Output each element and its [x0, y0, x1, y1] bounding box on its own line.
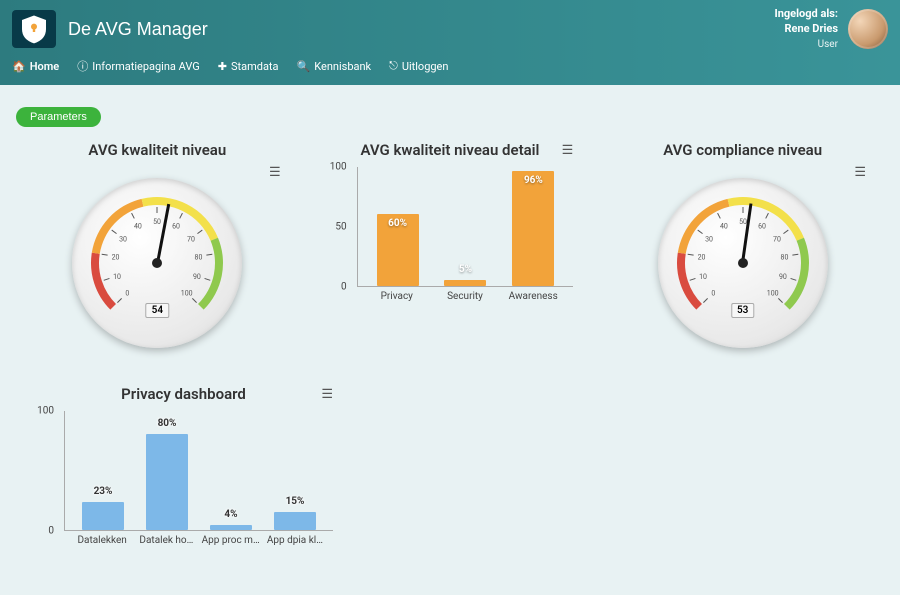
category-label: App proc m…: [199, 531, 263, 546]
svg-text:100: 100: [766, 290, 778, 298]
bar-value-label: 23%: [94, 486, 113, 497]
svg-text:50: 50: [153, 218, 161, 226]
svg-text:90: 90: [193, 273, 201, 281]
gauge-value-compliance: 53: [731, 303, 754, 318]
bar: 5%: [444, 280, 486, 286]
category-label: Privacy: [365, 287, 429, 302]
logout-icon: ⎋: [389, 59, 398, 73]
bar: 60%: [377, 214, 419, 286]
svg-text:100: 100: [181, 290, 193, 298]
svg-text:70: 70: [773, 235, 781, 243]
plus-icon: ✚: [218, 60, 227, 73]
svg-text:40: 40: [720, 223, 728, 231]
svg-text:90: 90: [779, 273, 787, 281]
menu-icon[interactable]: ☰: [321, 387, 333, 402]
shield-icon: [19, 14, 49, 44]
nav-home[interactable]: 🏠Home: [12, 60, 59, 73]
svg-text:30: 30: [705, 235, 713, 243]
user-block: Ingelogd als: Rene Dries User: [775, 7, 889, 51]
svg-text:80: 80: [195, 253, 203, 261]
svg-text:60: 60: [758, 223, 766, 231]
app-logo: [12, 10, 56, 48]
category-label: Security: [433, 287, 497, 302]
dashboard-content: Parameters AVG kwaliteit niveau ☰ 0 10 20 3…: [0, 85, 900, 595]
menu-icon[interactable]: ☰: [854, 165, 866, 180]
bar: 23%: [82, 502, 124, 530]
card-title-kwaliteit: AVG kwaliteit niveau: [24, 141, 291, 159]
home-icon: 🏠: [12, 60, 26, 73]
card-title-privacy: Privacy dashboard: [24, 385, 343, 403]
svg-text:60: 60: [172, 223, 180, 231]
svg-text:20: 20: [697, 253, 705, 261]
category-label: Datalek ho…: [134, 531, 198, 546]
user-name: Rene Dries: [784, 22, 838, 35]
app-title: De AVG Manager: [68, 19, 208, 40]
bar-value-label: 5%: [459, 264, 472, 275]
card-compliance-gauge: AVG compliance niveau ☰ 0102030405060708…: [601, 137, 884, 371]
info-icon: ⓘ: [77, 58, 88, 74]
gauge-compliance: 0102030405060708090100 53: [658, 178, 828, 348]
svg-text:40: 40: [134, 223, 142, 231]
svg-text:0: 0: [126, 290, 130, 298]
nav-info[interactable]: ⓘInformatiepagina AVG: [77, 58, 200, 74]
svg-text:20: 20: [112, 253, 120, 261]
menu-icon[interactable]: ☰: [269, 165, 281, 180]
card-title-compliance: AVG compliance niveau: [609, 141, 876, 159]
bar-value-label: 96%: [524, 175, 543, 186]
search-icon: 🔍: [297, 60, 311, 73]
bar: 96%: [512, 171, 554, 286]
bar: 4%: [210, 525, 252, 530]
bar-value-label: 4%: [224, 509, 237, 520]
top-nav: 🏠Home ⓘInformatiepagina AVG ✚Stamdata 🔍K…: [12, 50, 888, 82]
category-label: Datalekken: [70, 531, 134, 546]
card-kwaliteit-gauge: AVG kwaliteit niveau ☰ 0 10 20 30 40 50 60 70 80…: [16, 137, 299, 371]
svg-text:80: 80: [780, 253, 788, 261]
nav-kennisbank[interactable]: 🔍Kennisbank: [297, 60, 372, 73]
category-label: Awareness: [501, 287, 565, 302]
svg-text:70: 70: [187, 235, 195, 243]
bar: 80%: [146, 434, 188, 530]
menu-icon[interactable]: ☰: [562, 143, 574, 158]
svg-text:10: 10: [113, 273, 121, 281]
brand: De AVG Manager: [12, 10, 208, 48]
bar: 15%: [274, 512, 316, 530]
card-privacy-chart: Privacy dashboard ☰ 010023%80%4%15%Datal…: [16, 381, 351, 575]
nav-uitloggen[interactable]: ⎋Uitloggen: [389, 59, 448, 73]
category-label: App dpia kl…: [263, 531, 327, 546]
card-title-detail: AVG kwaliteit niveau detail: [317, 141, 584, 159]
bar-value-label: 15%: [286, 496, 305, 507]
svg-text:30: 30: [119, 235, 127, 243]
logged-in-label: Ingelogd als:: [775, 7, 839, 20]
gauge-kwaliteit: 0 10 20 30 40 50 60 70 80 90 100 54: [72, 178, 242, 348]
bar-value-label: 80%: [158, 418, 177, 429]
app-header: De AVG Manager Ingelogd als: Rene Dries …: [0, 0, 900, 85]
card-detail-chart: AVG kwaliteit niveau detail ☰ 05010060%5…: [309, 137, 592, 371]
avatar[interactable]: [848, 9, 888, 49]
bar-chart-detail: 05010060%5%96%PrivacySecurityAwareness: [317, 163, 584, 323]
gauge-value-kwaliteit: 54: [146, 303, 169, 318]
nav-stamdata[interactable]: ✚Stamdata: [218, 60, 279, 73]
bar-value-label: 60%: [388, 218, 407, 229]
parameters-button[interactable]: Parameters: [16, 107, 101, 127]
svg-text:0: 0: [711, 290, 715, 298]
bar-chart-privacy: 010023%80%4%15%DatalekkenDatalek ho…App …: [24, 407, 343, 567]
svg-text:10: 10: [699, 273, 707, 281]
user-role: User: [775, 38, 839, 51]
